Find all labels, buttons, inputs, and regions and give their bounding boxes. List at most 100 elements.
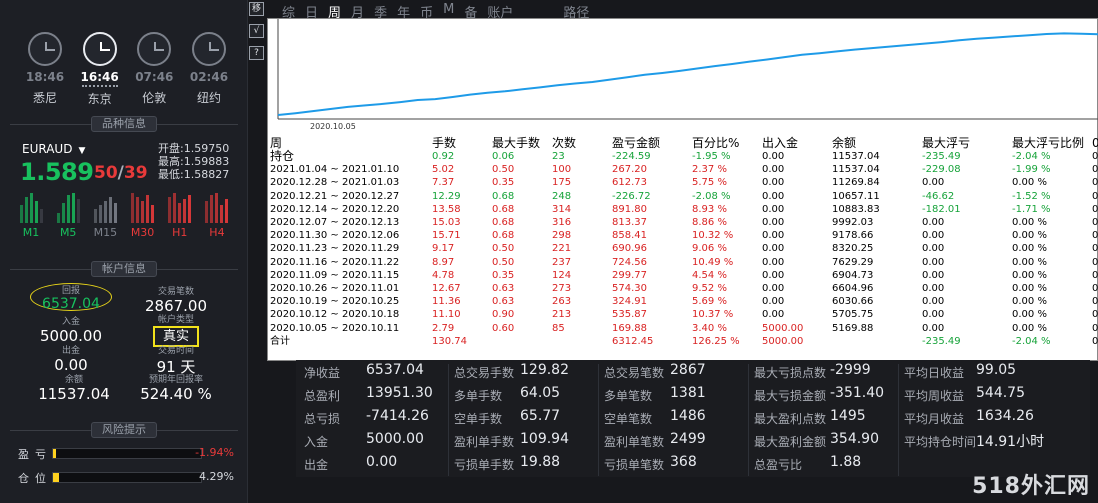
table-cell: 0.68 (492, 190, 515, 202)
column-header[interactable]: 百分比% (692, 137, 739, 150)
table-cell: 6604.96 (832, 283, 874, 294)
column-header[interactable]: 最大浮亏 (922, 137, 970, 150)
clock-0[interactable]: 18:46 悉尼 (22, 32, 68, 107)
balance-stat: 余额 11537.04 (38, 375, 110, 403)
column-header[interactable]: 余额 (832, 137, 856, 150)
table-cell: 85 (552, 322, 565, 334)
stat-label: 多单笔数 (604, 389, 653, 403)
stat-value: 368 (670, 454, 697, 470)
table-cell: 126.25 % (692, 335, 740, 347)
table-cell: 5.02 (432, 164, 455, 176)
stat-value: 2867 (670, 362, 706, 378)
table-cell: -235.49 (922, 335, 961, 347)
table-row[interactable]: 2020.10.19 ~ 2020.10.25 11.36 0.63 263 324.9… (270, 295, 1098, 308)
symbol-selector[interactable]: EURAUD ▼ (22, 142, 85, 156)
table-cell: 2020.10.26 ~ 2020.11.01 (270, 283, 400, 294)
equity-curve-chart (277, 19, 1098, 120)
table-cell: 314 (552, 203, 572, 215)
column-header[interactable]: 0 (1092, 137, 1098, 150)
table-cell: 9.06 % (692, 243, 727, 255)
table-cell: 2.79 (432, 322, 455, 334)
current-price: 1.589 (20, 158, 94, 186)
table-row[interactable]: 2020.11.30 ~ 2020.12.06 15.71 0.68 298 858.4… (270, 229, 1098, 242)
timeframe-h4[interactable]: H4 (204, 193, 230, 239)
table-cell: 3.40 % (692, 322, 727, 334)
table-cell: 0.00 (922, 243, 945, 255)
stat-label: 最大亏损点数 (754, 366, 827, 380)
spread-display: 50/39 (94, 163, 148, 183)
table-cell: 0.06 (492, 151, 515, 162)
table-cell: 0.63 (492, 283, 515, 294)
table-cell: 0 (1092, 190, 1098, 202)
timeframe-m30[interactable]: M30 (130, 193, 156, 239)
table-row[interactable]: 2020.12.28 ~ 2021.01.03 7.37 0.35 175 612.73… (270, 176, 1098, 189)
table-cell: 0 (1092, 217, 1098, 228)
table-cell: 690.96 (612, 243, 647, 255)
risk-row-1: 仓位 4.29% (18, 470, 234, 485)
table-cell: 23 (552, 151, 565, 162)
table-cell: 7.37 (432, 177, 455, 189)
table-cell: 0.00 % (1012, 230, 1047, 242)
table-cell: 0.92 (432, 151, 455, 162)
table-cell: -2.08 % (692, 190, 731, 202)
table-cell: 0.00 (762, 243, 785, 255)
table-cell: 持仓 (270, 149, 295, 163)
timeframe-m5[interactable]: M5 (55, 193, 81, 239)
stat-label: 亏损单笔数 (604, 458, 665, 472)
clock-1[interactable]: 16:46 东京 (77, 32, 123, 107)
table-cell: 0.00 (762, 164, 785, 176)
table-row[interactable]: 2020.12.21 ~ 2020.12.27 12.29 0.68 248 -226.… (270, 190, 1098, 203)
table-cell: 2020.11.09 ~ 2020.11.15 (270, 269, 400, 281)
table-cell: 324.91 (612, 296, 647, 308)
table-row[interactable]: 2020.11.09 ~ 2020.11.15 4.78 0.35 124 299.77… (270, 269, 1098, 282)
table-row[interactable]: 2020.11.16 ~ 2020.11.22 8.97 0.50 237 724.56… (270, 256, 1098, 269)
column-header[interactable]: 最大浮亏比例 (1012, 137, 1084, 150)
table-row[interactable]: 持仓 0.92 0.06 23 -224.59 -1.95 % 0.00 11537.04 -2… (270, 150, 1098, 163)
move-icon[interactable]: 移 (249, 2, 264, 16)
column-header[interactable]: 手数 (432, 137, 456, 150)
table-cell: 0.00 (922, 322, 945, 334)
signal-bars-icon (204, 193, 230, 223)
timeframe-m1[interactable]: M1 (18, 193, 44, 239)
table-row[interactable]: 2020.10.12 ~ 2020.10.18 11.10 0.90 213 535.8… (270, 308, 1098, 321)
stat-label: 空单笔数 (604, 412, 653, 426)
table-row[interactable]: 2020.11.23 ~ 2020.11.29 9.17 0.50 221 690.96… (270, 242, 1098, 255)
table-cell: 175 (552, 177, 572, 189)
stat-value: 2499 (670, 431, 706, 447)
table-cell: 0.00 % (1012, 309, 1047, 321)
annual-return-stat: 预期年回报率 524.40 % (140, 375, 212, 403)
clock-2[interactable]: 07:46 伦敦 (131, 32, 177, 107)
table-cell: 612.73 (612, 177, 647, 189)
table-cell: 8.86 % (692, 217, 727, 228)
stat-label: 总交易笔数 (604, 366, 665, 380)
signal-bars-icon (18, 193, 44, 223)
table-row[interactable]: 合计 130.74 6312.45 126.25 % 5000.00 -235.49 -2.… (270, 335, 1098, 348)
stat-label: 平均日收益 (904, 366, 965, 380)
table-row[interactable]: 2021.01.04 ~ 2021.01.10 5.02 0.50 100 267.20… (270, 163, 1098, 176)
column-header[interactable]: 次数 (552, 137, 576, 150)
timeframe-h1[interactable]: H1 (167, 193, 193, 239)
column-header[interactable]: 最大手数 (492, 137, 540, 150)
clock-3[interactable]: 02:46 纽约 (186, 32, 232, 107)
table-cell: 0 (1092, 322, 1098, 334)
table-row[interactable]: 2020.12.07 ~ 2020.12.13 15.03 0.68 316 813.3… (270, 216, 1098, 229)
table-cell: 9178.66 (832, 230, 874, 242)
table-row[interactable]: 2020.10.05 ~ 2020.10.11 2.79 0.60 85 169.88 3… (270, 322, 1098, 335)
table-cell: 10.37 % (692, 309, 734, 321)
table-cell: 2020.10.12 ~ 2020.10.18 (270, 309, 400, 321)
table-cell: 124 (552, 269, 572, 281)
table-cell: -1.71 % (1012, 203, 1051, 215)
help-icon[interactable]: ? (249, 46, 264, 60)
stat-label: 亏损单手数 (454, 458, 515, 472)
column-header[interactable]: 盈亏金额 (612, 137, 660, 150)
table-cell: 8.93 % (692, 203, 727, 215)
column-header[interactable]: 出入金 (762, 137, 798, 150)
table-row[interactable]: 2020.10.26 ~ 2020.11.01 12.67 0.63 273 574.3… (270, 282, 1098, 295)
check-icon[interactable]: √ (249, 24, 264, 38)
table-row[interactable]: 2020.12.14 ~ 2020.12.20 13.58 0.68 314 891.8… (270, 203, 1098, 216)
table-cell: 0.00 (762, 256, 785, 268)
table-cell: 0 (1092, 177, 1098, 189)
table-cell: 0 (1092, 230, 1098, 242)
signal-bars-icon (167, 193, 193, 223)
timeframe-m15[interactable]: M15 (92, 193, 118, 239)
